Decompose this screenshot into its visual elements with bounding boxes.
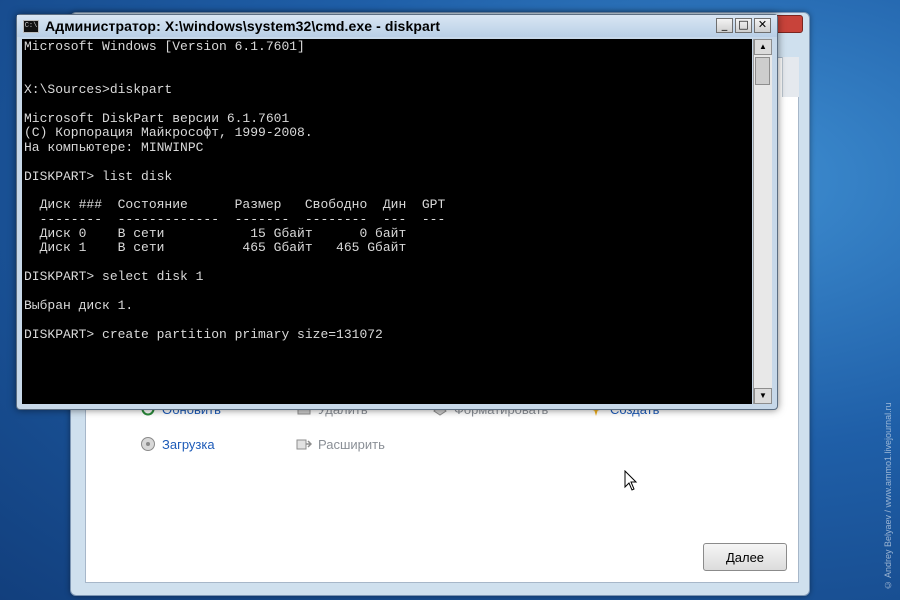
console-line: Диск 1 В сети 465 Gбайт 465 Gбайт xyxy=(24,240,407,256)
load-driver-icon xyxy=(140,436,156,452)
console-line: DISKPART> list disk xyxy=(24,168,173,184)
scroll-down-icon[interactable]: ▼ xyxy=(754,388,772,404)
setup-scrollbar[interactable] xyxy=(782,57,799,97)
console-line: Выбран диск 1. xyxy=(24,298,134,314)
console-line: -------- ------------- ------- -------- … xyxy=(24,211,446,227)
console-line: (C) Корпорация Майкрософт, 1999-2008. xyxy=(24,125,313,141)
extend-action[interactable]: Расширить xyxy=(296,436,385,452)
cmd-window: C:\ Администратор: X:\windows\system32\c… xyxy=(16,14,778,410)
window-controls: _ □ ✕ xyxy=(716,18,771,33)
console-line: Microsoft Windows [Version 6.1.7601] xyxy=(24,39,305,54)
mouse-cursor-icon xyxy=(624,469,638,492)
minimize-button[interactable]: _ xyxy=(716,18,733,33)
load-driver-action[interactable]: Загрузка xyxy=(140,436,215,452)
console-scrollbar[interactable]: ▲ ▼ xyxy=(753,39,772,404)
maximize-button[interactable]: □ xyxy=(735,18,752,33)
cmd-titlebar[interactable]: C:\ Администратор: X:\windows\system32\c… xyxy=(17,15,777,37)
console-line: X:\Sources>diskpart xyxy=(24,82,173,98)
console-text: Microsoft Windows [Version 6.1.7601] X:\… xyxy=(22,39,752,343)
extend-label: Расширить xyxy=(318,436,385,452)
console-line: Microsoft DiskPart версии 6.1.7601 xyxy=(24,110,290,126)
console-line: DISKPART> create partition primary size=… xyxy=(24,326,383,342)
close-button[interactable]: ✕ xyxy=(754,18,771,33)
console-line: На компьютере: MINWINPC xyxy=(24,139,204,155)
load-driver-label: Загрузка xyxy=(162,436,215,452)
cmd-window-title: Администратор: X:\windows\system32\cmd.e… xyxy=(45,18,441,34)
photo-watermark: © Andrey Belyaev / www.ammo1.livejournal… xyxy=(883,402,893,590)
console-line: DISKPART> select disk 1 xyxy=(24,269,204,285)
console-line: Диск ### Состояние Размер Свободно Дин G… xyxy=(24,197,446,213)
console-output[interactable]: Microsoft Windows [Version 6.1.7601] X:\… xyxy=(22,39,752,404)
next-button[interactable]: Далее xyxy=(703,543,787,571)
scrollbar-thumb[interactable] xyxy=(755,57,770,85)
extend-icon xyxy=(296,436,313,452)
scroll-up-icon[interactable]: ▲ xyxy=(754,39,772,55)
cmd-app-icon: C:\ xyxy=(23,19,39,33)
console-line: Диск 0 В сети 15 Gбайт 0 байт xyxy=(24,226,407,242)
